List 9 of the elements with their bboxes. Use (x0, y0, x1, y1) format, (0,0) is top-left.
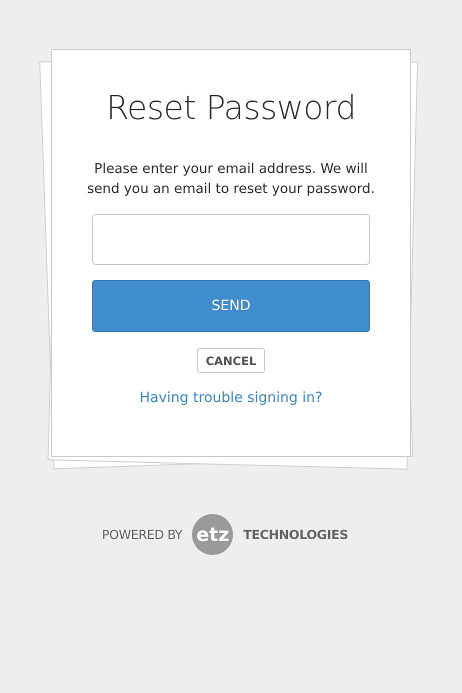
company-name: TECHNOLOGIES (243, 527, 348, 542)
send-button[interactable]: SEND (92, 280, 370, 332)
powered-by-text: POWERED BY (102, 527, 182, 542)
cancel-button[interactable]: CANCEL (196, 348, 266, 373)
logo: etz (192, 514, 234, 555)
email-field[interactable] (92, 214, 370, 265)
page-title: Reset Password (106, 88, 356, 127)
help-link[interactable]: Having trouble signing in? (140, 390, 322, 406)
instructions-text: Please enter your email address. We will send you an email to reset your password. (86, 160, 376, 199)
